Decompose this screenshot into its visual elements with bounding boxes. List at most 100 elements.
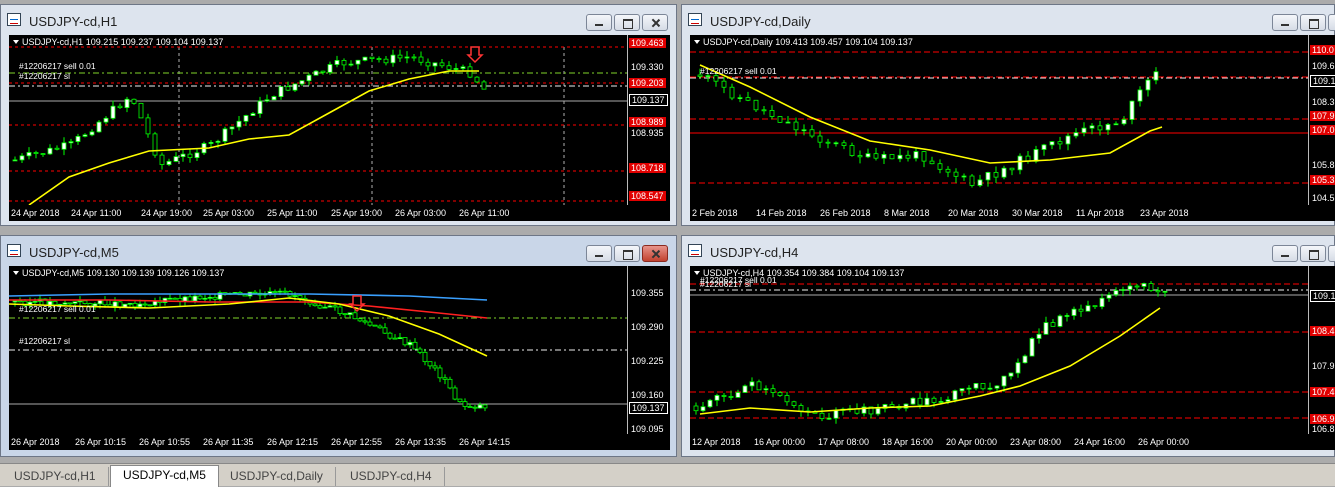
candle-body [462, 401, 468, 407]
candle-body [753, 99, 759, 111]
candle-body [282, 290, 288, 293]
candle-body [1129, 100, 1135, 120]
close-button[interactable] [1328, 245, 1335, 262]
candle-body [132, 302, 138, 308]
candle-body [138, 102, 144, 119]
candle-body [131, 98, 137, 104]
chart-window-h4[interactable]: USDJPY-cd,H4 USDJPY-cd,H4 109.354 109.38… [681, 235, 1335, 457]
candle-body [889, 404, 895, 407]
maximize-button[interactable] [1300, 14, 1326, 31]
order-label: #12206217 sell 0.01 [19, 304, 96, 314]
candle-body [439, 62, 445, 67]
window-title: USDJPY-cd,Daily [710, 14, 811, 29]
candle-body [167, 297, 173, 300]
candle-body [334, 60, 340, 65]
candle-body [166, 160, 172, 165]
candle-body [369, 56, 375, 59]
price-label: 109.137 [629, 94, 668, 106]
candle-body [277, 290, 283, 293]
candle-body [1081, 127, 1087, 134]
candle-body [180, 153, 186, 158]
minimize-button[interactable] [586, 245, 612, 262]
order-label: #12206217 sl [19, 336, 71, 346]
candle-body [1071, 308, 1077, 316]
title-bar[interactable]: USDJPY-cd,H1 [1, 5, 676, 35]
tab-usdjpy-daily[interactable]: USDJPY-cd,Daily [218, 467, 336, 486]
candle-body [857, 155, 863, 158]
minimize-button[interactable] [1272, 14, 1298, 31]
candle-body [1155, 290, 1161, 293]
time-label: 24 Apr 2018 [11, 208, 60, 218]
candle-body [1017, 155, 1023, 171]
candle-body [47, 147, 53, 155]
chart-window-m5[interactable]: USDJPY-cd,M5 USDJPY-cd,M5 109.130 109.13… [0, 235, 677, 457]
chart-window-h1[interactable]: USDJPY-cd,H1 USDJPY-cd,H1 109.215 109.23… [0, 4, 677, 226]
time-label: 26 Apr 10:15 [75, 437, 127, 447]
order-label: #12206217 sl [19, 71, 71, 81]
candle-body [192, 295, 198, 302]
candle-body [1057, 141, 1063, 145]
candle-body [1065, 135, 1071, 145]
candle-body [938, 401, 944, 403]
candle-body [397, 54, 403, 59]
candle-body [763, 388, 769, 391]
window-title: USDJPY-cd,M5 [29, 245, 119, 260]
candle-body [987, 387, 993, 390]
chart-area[interactable]: USDJPY-cd,H1 109.215 109.237 109.104 109… [9, 35, 627, 205]
time-label: 24 Apr 16:00 [1074, 437, 1126, 447]
minimize-button[interactable] [1272, 245, 1298, 262]
candle-body [110, 105, 116, 119]
candle-body [945, 399, 951, 402]
candle-body [474, 76, 480, 83]
candle-body [1134, 285, 1140, 288]
tab-usdjpy-m5[interactable]: USDJPY-cd,M5 [110, 465, 219, 487]
candle-body [194, 152, 200, 159]
candle-body [825, 141, 831, 144]
candle-body [1113, 290, 1119, 296]
title-bar[interactable]: USDJPY-cd,H4 [682, 236, 1335, 266]
close-button[interactable] [1328, 14, 1335, 31]
close-button[interactable] [642, 245, 668, 262]
time-label: 26 Apr 10:55 [139, 437, 191, 447]
chart-area[interactable]: USDJPY-cd,Daily 109.413 109.457 109.104 … [690, 35, 1308, 205]
candle-body [411, 56, 417, 59]
chart-window-daily[interactable]: USDJPY-cd,Daily USDJPY-cd,Daily 109.413 … [681, 4, 1335, 226]
candle-body [152, 133, 158, 156]
candle-body [337, 306, 343, 315]
candle-body [215, 140, 221, 143]
candle-body [745, 97, 751, 101]
chart-icon [7, 244, 21, 257]
ma-line [28, 70, 479, 205]
candle-body [322, 306, 328, 309]
close-button[interactable] [642, 14, 668, 31]
price-label: 109.203 [629, 78, 666, 88]
candle-body [905, 154, 911, 159]
candle-body [54, 147, 60, 150]
candle-body [412, 341, 418, 350]
candle-body [921, 151, 927, 162]
candle-body [208, 142, 214, 144]
title-bar[interactable]: USDJPY-cd,Daily [682, 5, 1335, 35]
candle-body [849, 145, 855, 156]
candle-body [432, 62, 438, 67]
candle-body [1121, 119, 1127, 125]
maximize-button[interactable] [614, 245, 640, 262]
price-label: 107.9 [1312, 361, 1335, 371]
maximize-button[interactable] [1300, 245, 1326, 262]
tab-usdjpy-h4[interactable]: USDJPY-cd,H4 [338, 467, 445, 486]
candle-body [913, 151, 919, 159]
tab-usdjpy-h1[interactable]: USDJPY-cd,H1 [2, 467, 109, 486]
chart-icon [688, 244, 702, 257]
candle-body [427, 361, 433, 367]
time-label: 26 Apr 2018 [11, 437, 60, 447]
title-bar[interactable]: USDJPY-cd,M5 [1, 236, 676, 266]
candle-body [402, 337, 408, 346]
candle-body [761, 109, 767, 112]
minimize-button[interactable] [586, 14, 612, 31]
chart-area[interactable]: USDJPY-cd,M5 109.130 109.139 109.126 109… [9, 266, 627, 434]
candle-body [417, 348, 423, 353]
maximize-button[interactable] [614, 14, 640, 31]
candle-body [68, 141, 74, 144]
chart-area[interactable]: USDJPY-cd,H4 109.354 109.384 109.104 109… [690, 266, 1308, 434]
price-label: 107.9 [1310, 111, 1335, 121]
